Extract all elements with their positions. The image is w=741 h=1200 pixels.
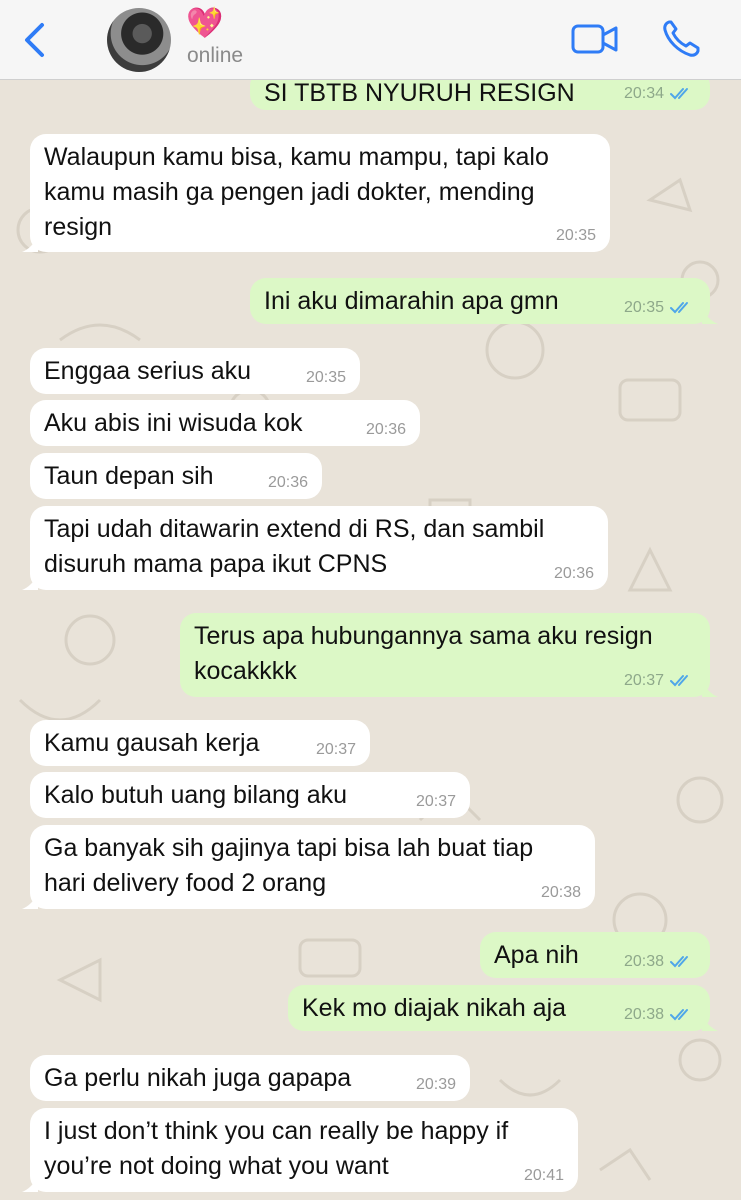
avatar[interactable] [107,8,171,72]
video-camera-icon [571,24,618,54]
outgoing-message[interactable]: Ini aku dimarahin apa gmn 20:35 [250,278,718,324]
message-time: 20:37 [415,793,456,810]
bubble-tail [702,681,718,697]
message-meta: 20:36 [366,422,406,438]
video-call-button[interactable] [570,22,620,56]
double-check-icon [670,302,688,314]
message-meta: 20:41 [524,1168,564,1184]
message-time: 20:34 [623,85,664,102]
message-time: 20:35 [305,369,346,386]
message-text: Tapi udah ditawarin extend di RS, dan sa… [44,515,545,578]
message-time: 20:38 [623,1006,664,1023]
incoming-message[interactable]: Kamu gausah kerja 20:37 [30,720,370,766]
message-meta: 20:36 [268,475,308,491]
message-meta: 20:37 [416,794,456,810]
incoming-message[interactable]: Walaupun kamu bisa, kamu mampu, tapi kal… [22,134,610,252]
incoming-message[interactable]: Ga banyak sih gajinya tapi bisa lah buat… [22,825,595,909]
message-time: 20:36 [267,474,308,491]
incoming-message[interactable]: Taun depan sih 20:36 [30,453,322,499]
back-button[interactable] [18,20,52,60]
chat-header: 💖 online [0,0,741,80]
message-meta: 20:35 [624,300,694,316]
bubble-tail [22,574,38,590]
incoming-message[interactable]: Aku abis ini wisuda kok 20:36 [30,400,420,446]
bubble-tail [702,1015,718,1031]
message-time: 20:38 [623,953,664,970]
message-time: 20:35 [555,227,596,244]
message-time: 20:36 [553,565,594,582]
double-check-icon [670,675,688,687]
message-meta: 20:34 [624,86,694,102]
outgoing-message[interactable]: Kek mo diajak nikah aja 20:38 [288,985,718,1031]
message-meta: 20:38 [624,954,694,970]
message-text: Terus apa hubungannya sama aku resign ko… [194,622,653,685]
message-time: 20:35 [623,299,664,316]
bubble-tail [22,893,38,909]
voice-call-button[interactable] [660,18,702,60]
chevron-left-icon [25,23,44,57]
message-meta: 20:37 [316,742,356,758]
message-text: Kalo butuh uang bilang aku [44,781,348,809]
incoming-message[interactable]: Enggaa serius aku 20:35 [30,348,360,394]
message-text: Kamu gausah kerja [44,729,260,757]
message-meta: 20:38 [624,1007,694,1023]
incoming-message[interactable]: I just don’t think you can really be hap… [22,1108,578,1192]
bubble-tail [22,236,38,252]
bubble-tail [22,1176,38,1192]
message-meta: 20:35 [556,228,596,244]
message-time: 20:37 [623,672,664,689]
contact-name[interactable]: 💖 [186,6,223,42]
double-check-icon [670,956,688,968]
message-text: Ga perlu nikah juga gapapa [44,1064,352,1092]
contact-status: online [187,44,244,67]
message-time: 20:37 [315,741,356,758]
double-check-icon [670,88,688,100]
message-time: 20:41 [523,1167,564,1184]
message-meta: 20:36 [554,566,594,582]
message-meta: 20:38 [541,885,581,901]
message-meta: 20:39 [416,1077,456,1093]
chat-area[interactable]: SI TBTB NYURUH RESIGN 20:34 Walaupun kamu … [0,80,741,1200]
outgoing-message[interactable]: Apa nih 20:38 [480,932,710,978]
double-check-icon [670,1009,688,1021]
message-text: Ga banyak sih gajinya tapi bisa lah buat… [44,834,534,897]
incoming-message[interactable]: Ga perlu nikah juga gapapa 20:39 [30,1055,470,1101]
message-meta: 20:37 [624,673,694,689]
message-time: 20:39 [415,1076,456,1093]
incoming-message[interactable]: Kalo butuh uang bilang aku 20:37 [30,772,470,818]
outgoing-message[interactable]: Terus apa hubungannya sama aku resign ko… [180,613,718,697]
message-meta: 20:35 [306,370,346,386]
phone-icon [663,20,700,57]
incoming-message[interactable]: Tapi udah ditawarin extend di RS, dan sa… [22,506,608,590]
message-time: 20:38 [540,884,581,901]
message-text: I just don’t think you can really be hap… [44,1117,509,1180]
message-time: 20:36 [365,421,406,438]
outgoing-message[interactable]: SI TBTB NYURUH RESIGN 20:34 [250,80,710,110]
message-text: Enggaa serius aku [44,357,252,385]
message-text: Aku abis ini wisuda kok [44,409,303,437]
bubble-tail [702,308,718,324]
message-text: Walaupun kamu bisa, kamu mampu, tapi kal… [44,143,549,241]
